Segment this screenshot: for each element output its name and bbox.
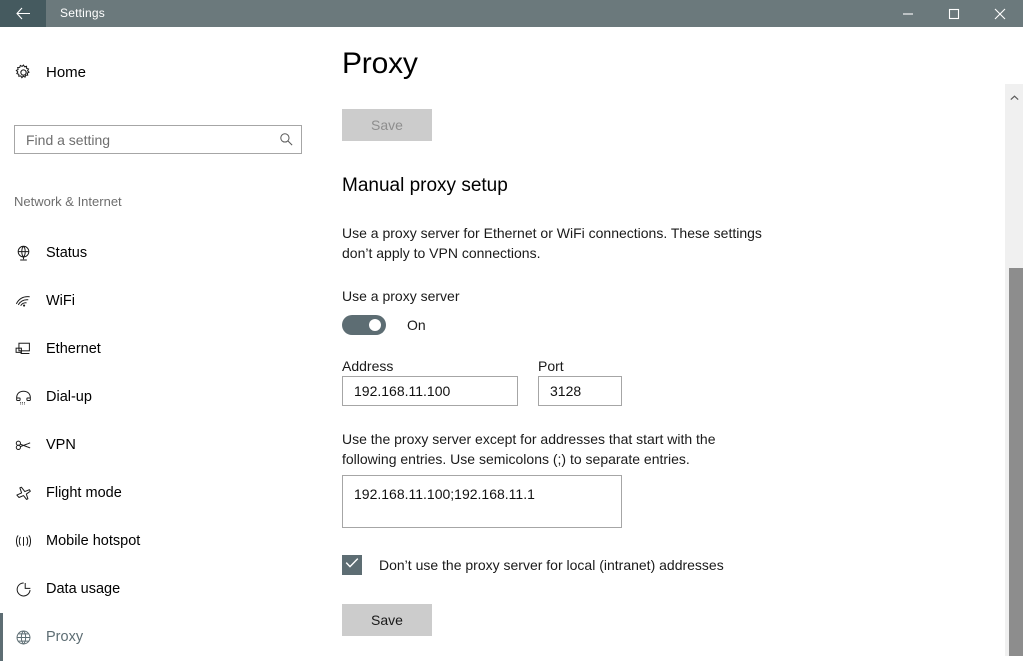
globe-icon [0,628,46,647]
sidebar-item-ethernet-label: Ethernet [46,341,101,357]
sidebar-item-flight-mode[interactable]: Flight mode [0,469,320,517]
sidebar-item-ethernet[interactable]: Ethernet [0,325,320,373]
search-input-placeholder: Find a setting [15,132,271,148]
use-proxy-server-toggle[interactable] [342,315,386,335]
scrollbar-thumb[interactable] [1009,268,1023,656]
use-proxy-server-label: Use a proxy server [342,288,459,304]
minimize-button[interactable] [885,0,931,27]
bypass-local-row: Don’t use the proxy server for local (in… [342,555,724,575]
sidebar-item-proxy-label: Proxy [46,629,83,645]
title-bar: Settings [0,0,1023,27]
manual-proxy-description: Use a proxy server for Ethernet or WiFi … [342,223,792,263]
address-input[interactable]: 192.168.11.100 [342,376,518,406]
sidebar-nav-list: Status WiFi [0,229,320,661]
selection-indicator [0,373,3,421]
scrollbar-up-button[interactable] [1005,84,1023,110]
vpn-key-icon [0,436,46,455]
section-title-manual-proxy-setup: Manual proxy setup [342,175,508,197]
sidebar-item-vpn-label: VPN [46,437,76,453]
back-button[interactable] [0,0,46,27]
selection-indicator [0,613,3,661]
page-title: Proxy [342,47,418,81]
sidebar-item-vpn[interactable]: VPN [0,421,320,469]
sidebar-item-status[interactable]: Status [0,229,320,277]
search-input[interactable]: Find a setting [14,125,302,154]
sidebar-item-mobile-hotspot-label: Mobile hotspot [46,533,140,549]
maximize-icon [948,8,960,20]
window-controls [885,0,1023,27]
address-label: Address [342,358,393,374]
close-icon [994,8,1006,20]
save-button-bottom[interactable]: Save [342,604,432,636]
sidebar-item-wifi[interactable]: WiFi [0,277,320,325]
selection-indicator [0,277,3,325]
chevron-up-icon [1010,88,1019,106]
airplane-icon [0,484,46,503]
sidebar-item-flight-mode-label: Flight mode [46,485,122,501]
bypass-local-checkbox[interactable] [342,555,362,575]
sidebar-item-mobile-hotspot[interactable]: Mobile hotspot [0,517,320,565]
sidebar-item-proxy[interactable]: Proxy [0,613,320,661]
exceptions-textarea[interactable]: 192.168.11.100;192.168.11.1 [342,475,622,528]
back-arrow-icon [16,7,31,20]
vertical-scrollbar[interactable] [1005,84,1023,656]
content-panel: Proxy Save Manual proxy setup Use a prox… [320,27,1000,656]
minimize-icon [902,8,914,20]
selection-indicator [0,325,3,373]
port-input[interactable]: 3128 [538,376,622,406]
sidebar-item-home-label: Home [46,64,86,81]
bypass-local-label: Don’t use the proxy server for local (in… [362,557,724,573]
sidebar-item-home[interactable]: Home [0,55,320,89]
gear-icon [0,63,46,82]
search-icon[interactable] [271,132,301,147]
dialup-phone-icon [0,388,46,407]
maximize-button[interactable] [931,0,977,27]
selection-indicator [0,229,3,277]
ethernet-icon [0,340,46,359]
selection-indicator [0,421,3,469]
wifi-icon [0,292,46,311]
pie-chart-icon [0,580,46,599]
hotspot-icon [0,532,46,551]
sidebar-section-header: Network & Internet [14,194,122,209]
sidebar-item-data-usage-label: Data usage [46,581,120,597]
sidebar-item-dialup[interactable]: Dial-up [0,373,320,421]
exceptions-description: Use the proxy server except for addresse… [342,429,752,469]
globe-monitor-icon [0,244,46,263]
use-proxy-toggle-state: On [386,317,426,333]
sidebar-item-data-usage[interactable]: Data usage [0,565,320,613]
selection-indicator [0,517,3,565]
sidebar: Home Find a setting Network & Internet [0,27,320,656]
app-title: Settings [46,0,105,27]
close-button[interactable] [977,0,1023,27]
port-label: Port [538,358,564,374]
use-proxy-toggle-row: On [342,315,426,335]
sidebar-item-dialup-label: Dial-up [46,389,92,405]
toggle-knob [369,319,381,331]
sidebar-item-status-label: Status [46,245,87,261]
selection-indicator [0,565,3,613]
save-button-top[interactable]: Save [342,109,432,141]
sidebar-item-wifi-label: WiFi [46,293,75,309]
selection-indicator [0,469,3,517]
checkmark-icon [345,556,359,574]
